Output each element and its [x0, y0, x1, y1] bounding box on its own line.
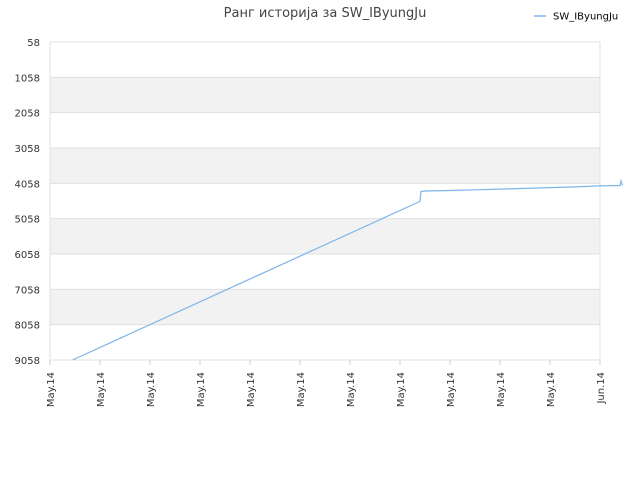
plot-band: [50, 148, 600, 184]
plot-band: [50, 77, 600, 113]
x-tick-label: May.14: [346, 372, 357, 407]
y-tick-label: 6058: [15, 250, 40, 261]
x-axis: May.14 May.14 May.14 May.14 May.14 May.14 May.…: [46, 360, 607, 407]
y-axis: 58 1058 2058 3058 4058 5058 6058 7058 8058 9058: [15, 38, 40, 367]
chart-title: Ранг историја за SW_IByungJu: [224, 6, 427, 21]
y-tick-label: 3058: [15, 144, 40, 155]
y-tick-label: 1058: [15, 73, 40, 84]
x-tick-label: May.14: [496, 372, 507, 407]
plot-bands: [50, 42, 600, 360]
y-tick-label: 8058: [15, 321, 40, 332]
x-tick-label: Jun.14: [596, 372, 607, 405]
chart: Ранг историја за SW_IByungJu SW_IByungJu…: [15, 6, 624, 407]
y-tick-label: 5058: [15, 215, 40, 226]
x-tick-label: May.14: [296, 372, 307, 407]
legend-label: SW_IByungJu: [553, 12, 618, 23]
legend[interactable]: SW_IByungJu: [534, 12, 618, 23]
plot-band: [50, 218, 600, 254]
y-tick-label: 7058: [15, 285, 40, 296]
x-tick-label: May.14: [146, 372, 157, 407]
x-tick-label: May.14: [396, 372, 407, 407]
y-tick-label: 4058: [15, 179, 40, 190]
x-tick-label: May.14: [446, 372, 457, 407]
y-tick-label: 58: [27, 38, 40, 49]
y-tick-label: 2058: [15, 109, 40, 120]
y-tick-label: 9058: [15, 356, 40, 367]
x-tick-label: May.14: [246, 372, 257, 407]
x-tick-label: May.14: [46, 372, 57, 407]
x-tick-label: May.14: [196, 372, 207, 407]
plot-band: [50, 289, 600, 325]
x-tick-label: May.14: [546, 372, 557, 407]
x-tick-label: May.14: [96, 372, 107, 407]
